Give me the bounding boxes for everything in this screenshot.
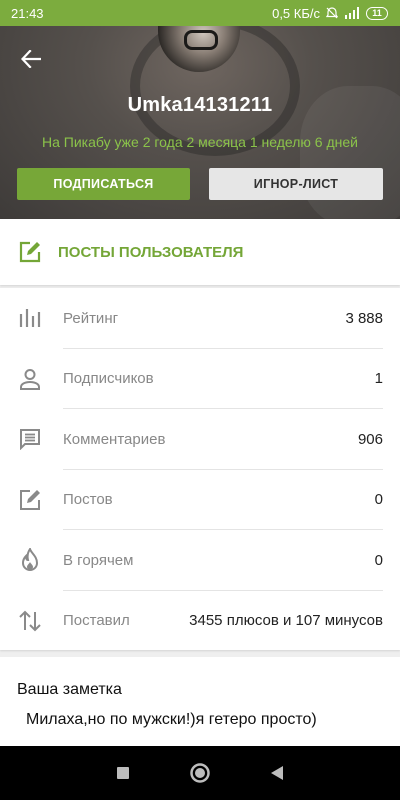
system-nav-bar bbox=[0, 746, 400, 800]
back-nav-button[interactable] bbox=[265, 761, 289, 785]
square-icon bbox=[117, 767, 130, 779]
comment-icon bbox=[18, 427, 42, 451]
user-note[interactable]: Ваша заметка Милаха,но по мужски!)я гете… bbox=[0, 657, 400, 747]
edit-square-icon bbox=[18, 488, 42, 512]
edit-square-icon bbox=[19, 241, 41, 263]
triangle-back-icon bbox=[270, 766, 283, 780]
stat-name: Подписчиков bbox=[63, 370, 154, 388]
swap-vertical-icon bbox=[18, 609, 42, 633]
back-button[interactable] bbox=[16, 44, 46, 74]
stat-name: Комментариев bbox=[63, 430, 166, 448]
stat-value: 0 bbox=[374, 491, 383, 509]
stat-votes-given: Поставил 3455 плюсов и 107 минусов bbox=[0, 591, 400, 652]
username: Umka14131211 bbox=[127, 94, 273, 116]
note-text: Милаха,но по мужски!)я гетеро просто) bbox=[26, 711, 317, 728]
stat-name: Поставил bbox=[63, 612, 130, 630]
stat-subscribers: Подписчиков 1 bbox=[0, 349, 400, 409]
stat-value: 3 888 bbox=[345, 309, 383, 327]
stats-list: Рейтинг 3 888 Подписчиков 1 Комментариев… bbox=[0, 288, 400, 650]
membership-duration: На Пикабу уже 2 года 2 месяца 1 неделю 6… bbox=[42, 134, 358, 150]
subscribe-button[interactable]: ПОДПИСАТЬСЯ bbox=[17, 168, 190, 200]
network-speed: 0,5 КБ/с bbox=[272, 5, 320, 21]
profile-header: Umka14131211 На Пикабу уже 2 года 2 меся… bbox=[0, 26, 400, 219]
user-posts-link[interactable]: ПОСТЫ ПОЛЬЗОВАТЕЛЯ bbox=[0, 219, 400, 285]
stat-value: 0 bbox=[374, 551, 383, 569]
rating-bars-icon bbox=[18, 306, 42, 330]
stat-rating: Рейтинг 3 888 bbox=[0, 288, 400, 349]
status-time: 21:43 bbox=[11, 5, 44, 21]
avatar bbox=[158, 26, 240, 72]
stat-posts: Постов 0 bbox=[0, 470, 400, 530]
stat-hot: В горячем 0 bbox=[0, 530, 400, 591]
stat-value: 906 bbox=[357, 430, 383, 448]
person-icon bbox=[18, 367, 42, 391]
battery-icon: 11 bbox=[366, 6, 388, 20]
ignore-list-button[interactable]: ИГНОР-ЛИСТ bbox=[209, 168, 383, 200]
alarm-off-icon bbox=[326, 7, 338, 19]
status-bar: 21:43 0,5 КБ/с 11 bbox=[0, 0, 400, 26]
status-indicators: 0,5 КБ/с 11 bbox=[272, 6, 388, 21]
circle-icon bbox=[190, 763, 210, 783]
stat-name: Рейтинг bbox=[63, 309, 119, 327]
user-posts-label: ПОСТЫ ПОЛЬЗОВАТЕЛЯ bbox=[58, 243, 244, 261]
flame-icon bbox=[18, 548, 42, 572]
stat-name: В горячем bbox=[63, 551, 134, 569]
stat-value: 3455 плюсов и 107 минусов bbox=[189, 612, 383, 630]
arrow-left-icon bbox=[21, 50, 41, 68]
stat-comments: Комментариев 906 bbox=[0, 409, 400, 470]
stat-value: 1 bbox=[374, 370, 383, 388]
stat-name: Постов bbox=[63, 491, 113, 509]
home-button[interactable] bbox=[188, 761, 212, 785]
note-title: Ваша заметка bbox=[17, 681, 122, 698]
recents-button[interactable] bbox=[111, 761, 135, 785]
signal-icon bbox=[345, 7, 359, 19]
